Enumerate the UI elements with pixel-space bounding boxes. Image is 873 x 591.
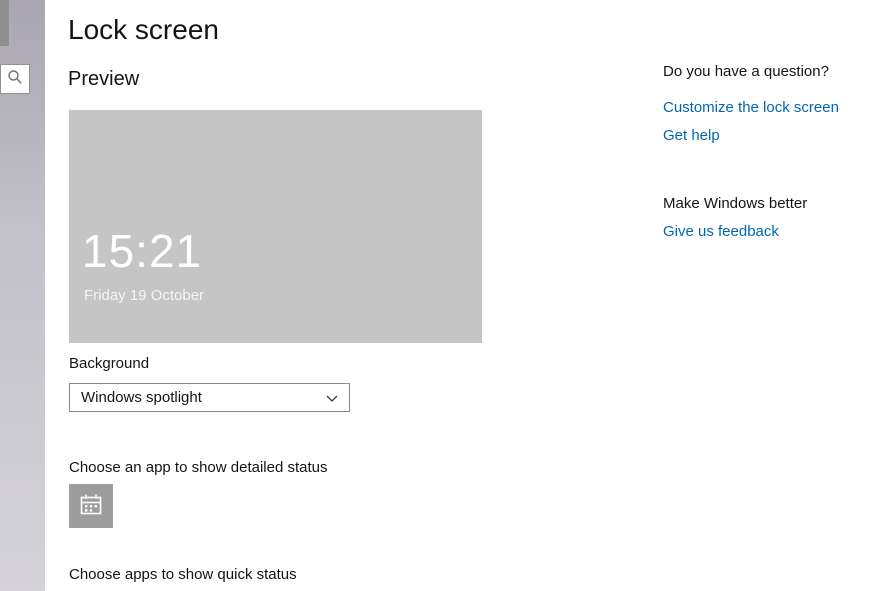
quick-status-label: Choose apps to show quick status	[69, 566, 297, 583]
background-dropdown[interactable]: Windows spotlight	[69, 383, 350, 412]
background-dropdown-value: Windows spotlight	[81, 389, 202, 406]
customize-lock-screen-link[interactable]: Customize the lock screen	[663, 99, 839, 116]
page-title: Lock screen	[68, 14, 219, 45]
help-panel: Do you have a question? Customize the lo…	[663, 0, 873, 591]
preview-heading: Preview	[68, 68, 140, 90]
get-help-link[interactable]: Get help	[663, 127, 720, 144]
settings-window: Lock screen Preview 15:21 Friday 19 Octo…	[0, 0, 873, 591]
chevron-down-icon	[326, 389, 338, 406]
give-feedback-link[interactable]: Give us feedback	[663, 223, 779, 240]
background-label: Background	[69, 355, 150, 372]
question-heading: Do you have a question?	[663, 63, 829, 80]
detailed-status-label: Choose an app to show detailed status	[69, 459, 328, 476]
feedback-heading: Make Windows better	[663, 195, 808, 212]
detailed-status-app-button[interactable]	[69, 484, 113, 528]
preview-date: Friday 19 October	[84, 287, 205, 304]
preview-time: 15:21	[82, 225, 203, 277]
lock-screen-preview: 15:21 Friday 19 October	[69, 110, 482, 343]
calendar-icon	[78, 492, 104, 521]
